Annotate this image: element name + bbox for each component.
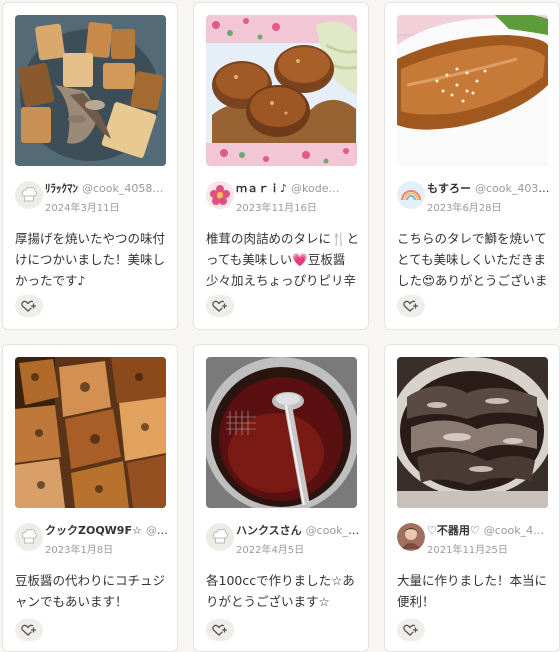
heart-plus-icon [21,300,37,312]
heart-plus-icon [403,300,419,312]
dish-photo[interactable] [397,15,548,166]
flower-avatar[interactable] [206,181,234,209]
heart-plus-icon [21,624,37,636]
tsukurepo-card[interactable]: ハンクスさん@cook_4… 2022年4月5日 各100ccで作りました☆あり… [193,344,369,652]
tsukurepo-card[interactable]: クックZOQW9F☆@c… 2023年1月8日 豆板醤の代わりにコチュジャンでも… [2,344,178,652]
tsukurepo-card[interactable]: ﾘﾗｯｸﾏﾝ @cook_4058… 2024年3月11日 厚揚げを焼いたやつの味… [2,2,178,330]
dish-photo[interactable] [15,357,166,508]
dish-photo[interactable] [206,15,357,166]
comment-text: 厚揚げを焼いたやつの味付けにつかいました！美味しかったです♪ [15,231,166,288]
post-date: 2023年11月16日 [236,203,317,214]
tsukurepo-card[interactable]: ♡不器用♡ @cook_4… 2021年11月25日 大量に作りました！本当に便利… [384,344,560,652]
dish-photo[interactable] [15,15,166,166]
post-date: 2022年4月5日 [236,545,305,556]
post-date: 2024年3月11日 [45,203,120,214]
dish-photo[interactable] [397,357,548,508]
comment-text: 各100ccで作りました☆ありがとうございます☆ [206,573,355,609]
like-button[interactable] [206,619,234,641]
comment-text: 豆板醤の代わりにコチュジャンでもあいます！ [15,573,166,609]
chef-hat-icon[interactable] [15,181,43,209]
post-date: 2021年11月25日 [427,545,508,556]
author-link[interactable]: ｍａｒｉ♪ @kode… [236,180,360,196]
like-button[interactable] [397,295,425,317]
heart-plus-icon [212,624,228,636]
post-date: 2023年6月28日 [427,203,502,214]
photo-avatar[interactable] [397,523,425,551]
heart-plus-icon [212,300,228,312]
chef-hat-icon[interactable] [15,523,43,551]
like-button[interactable] [397,619,425,641]
rainbow-avatar[interactable] [397,181,425,209]
author-link[interactable]: ﾘﾗｯｸﾏﾝ @cook_4058… [45,180,169,196]
dish-photo[interactable] [206,357,357,508]
author-link[interactable]: クックZOQW9F☆@c… [45,522,169,538]
author-link[interactable]: ハンクスさん@cook_4… [236,522,360,538]
like-button[interactable] [15,619,43,641]
author-link[interactable]: もすろー @cook_4035… [427,180,551,196]
like-button[interactable] [15,295,43,317]
author-link[interactable]: ♡不器用♡ @cook_4… [427,522,551,538]
comment-text: 大量に作りました！本当に便利！ [397,573,548,609]
post-date: 2023年1月8日 [45,545,114,556]
tsukurepo-card[interactable]: ｍａｒｉ♪ @kode… 2023年11月16日 椎茸の肉詰めのタレに🍴とっても美… [193,2,369,330]
comment-text: こちらのタレで鰤を焼いてとても美味しくいただきました😍ありがとうございました♡ [397,231,548,288]
comment-text: 椎茸の肉詰めのタレに🍴とっても美味しい💗豆板醤少々加えちょっぴりピリ辛味がさら… [206,231,360,288]
chef-hat-icon[interactable] [206,523,234,551]
tsukurepo-card[interactable]: もすろー @cook_4035… 2023年6月28日 こちらのタレで鰤を焼いてと… [384,2,560,330]
like-button[interactable] [206,295,234,317]
heart-plus-icon [403,624,419,636]
